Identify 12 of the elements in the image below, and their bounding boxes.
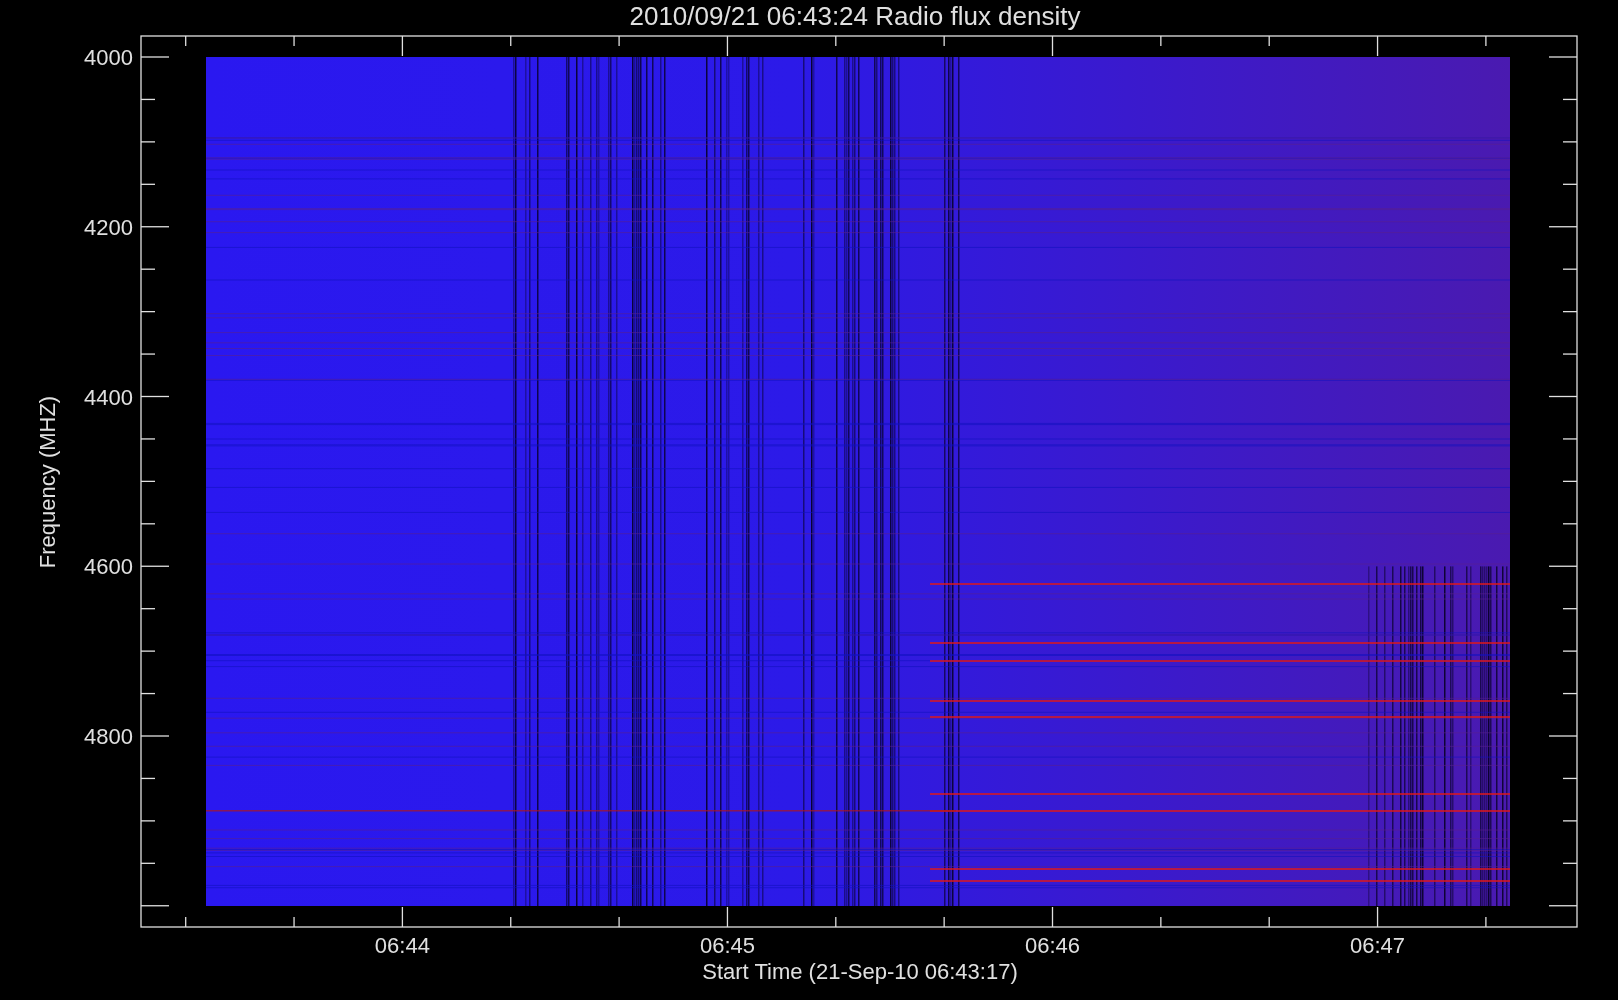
- y-tick-label: 4600: [84, 554, 133, 580]
- x-tick-label: 06:46: [1024, 933, 1081, 958]
- plot-title: 2010/09/21 06:43:24 Radio flux density: [629, 1, 1081, 31]
- y-tick-label: 4000: [84, 45, 133, 70]
- y-tick-label: 4800: [84, 724, 133, 749]
- x-tick-label: 06:45: [699, 933, 755, 958]
- y-tick-label: 4200: [84, 214, 133, 240]
- x-axis-label: Start Time (21-Sep-10 06:43:17): [702, 959, 1018, 984]
- x-tick-label: 06:44: [374, 933, 430, 958]
- x-tick-label: 06:47: [1350, 933, 1406, 958]
- y-tick-label: 4400: [84, 384, 133, 410]
- y-axis-label: Frequency (MHZ): [35, 395, 60, 569]
